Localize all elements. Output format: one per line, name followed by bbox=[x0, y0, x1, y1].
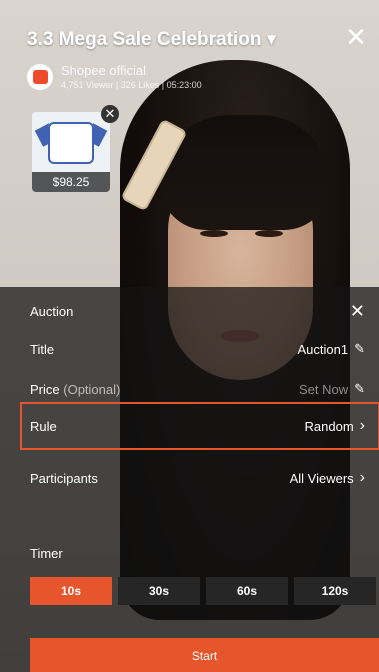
timer-label: Timer bbox=[30, 546, 63, 561]
auction-panel: Auction ✕ Title Auction1 ✎ Price (Option… bbox=[0, 287, 379, 672]
host-eye-right bbox=[255, 230, 283, 237]
title-label: Title bbox=[30, 341, 55, 357]
shop-logo bbox=[27, 63, 53, 90]
price-value[interactable]: Set Now ✎ bbox=[299, 381, 365, 397]
timer-option-60s[interactable]: 60s bbox=[206, 577, 288, 605]
shop-bag-icon bbox=[32, 69, 48, 84]
price-label: Price (Optional) bbox=[30, 382, 120, 397]
live-stream-screen: 3.3 Mega Sale Celebration ▾ ✕ Shopee off… bbox=[0, 0, 379, 672]
timer-option-30s[interactable]: 30s bbox=[118, 577, 200, 605]
chevron-right-icon: › bbox=[359, 469, 365, 486]
host-eye-left bbox=[200, 230, 228, 237]
rule-value[interactable]: Random › bbox=[305, 417, 365, 435]
stream-title[interactable]: 3.3 Mega Sale Celebration ▾ bbox=[27, 28, 276, 51]
timer-option-10s[interactable]: 10s bbox=[30, 577, 112, 605]
close-icon[interactable]: ✕ bbox=[341, 22, 371, 52]
edit-pencil-icon[interactable]: ✎ bbox=[354, 381, 365, 397]
rule-value-text: Random bbox=[304, 418, 354, 434]
auction-title-header: Auction bbox=[30, 303, 74, 319]
chevron-right-icon: › bbox=[359, 417, 365, 434]
shop-name: Shopee official bbox=[61, 63, 147, 78]
product-shirt-image bbox=[48, 122, 94, 164]
participants-value-text: All Viewers bbox=[289, 470, 354, 486]
stream-stats: 4,751 Viewer | 326 Likes | 05:23:00 bbox=[61, 80, 202, 90]
price-set-now: Set Now bbox=[298, 381, 349, 397]
price-optional-text: (Optional) bbox=[63, 381, 121, 397]
pinned-product-card[interactable]: $98.25 bbox=[32, 112, 110, 192]
participants-label: Participants bbox=[30, 470, 98, 486]
title-value[interactable]: Auction1 ✎ bbox=[298, 341, 366, 357]
product-price: $98.25 bbox=[32, 172, 110, 192]
price-label-text: Price bbox=[30, 381, 60, 397]
title-value-text: Auction1 bbox=[297, 341, 349, 357]
start-button[interactable]: Start bbox=[30, 638, 379, 672]
rule-row[interactable]: Rule Random › bbox=[0, 402, 379, 450]
participants-row[interactable]: Participants All Viewers › bbox=[0, 454, 379, 502]
rule-label: Rule bbox=[30, 418, 57, 434]
shop-header[interactable]: Shopee official 4,751 Viewer | 326 Likes… bbox=[27, 63, 202, 90]
timer-option-120s[interactable]: 120s bbox=[294, 577, 376, 605]
participants-value[interactable]: All Viewers › bbox=[290, 469, 365, 487]
edit-pencil-icon[interactable]: ✎ bbox=[354, 341, 365, 357]
product-close-icon[interactable]: ✕ bbox=[101, 105, 119, 123]
close-panel-icon[interactable]: ✕ bbox=[350, 301, 365, 322]
